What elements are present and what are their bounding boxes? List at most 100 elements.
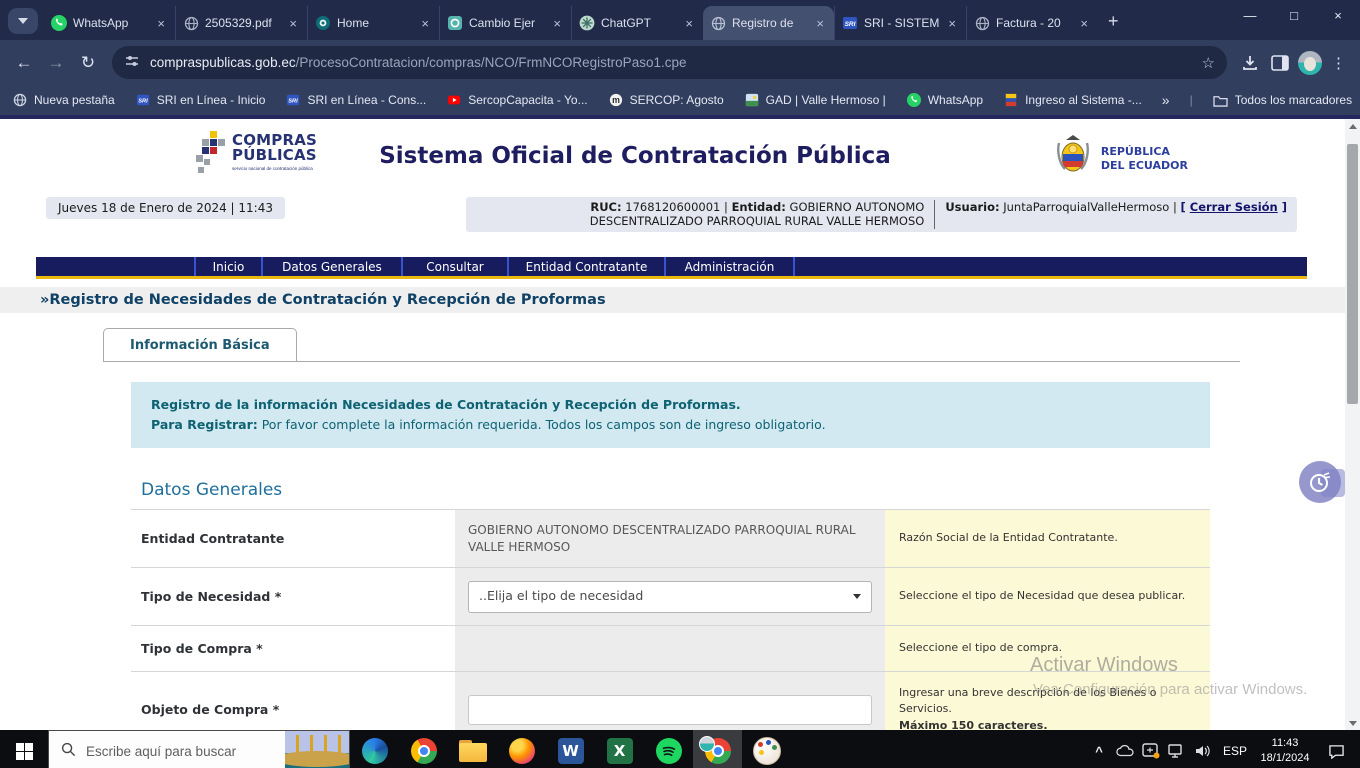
- form-row-entidad: Entidad Contratante GOBIERNO AUTONOMO DE…: [131, 510, 1210, 568]
- side-panel-icon[interactable]: [1265, 48, 1295, 78]
- search-icon: [61, 742, 76, 760]
- field-hint: Seleccione el tipo de Necesidad que dese…: [899, 588, 1196, 605]
- taskbar-spotify[interactable]: [644, 730, 693, 768]
- tab-close-icon[interactable]: ×: [1077, 16, 1091, 31]
- onedrive-icon[interactable]: [1112, 745, 1138, 757]
- volume-icon[interactable]: [1190, 744, 1216, 758]
- taskbar-paint[interactable]: [742, 730, 791, 768]
- tipo-compra-empty-cell: [455, 626, 885, 671]
- scrollbar-thumb[interactable]: [1347, 144, 1358, 404]
- update-status-icon[interactable]: [1138, 743, 1164, 759]
- tab-registro-active[interactable]: Registro de ×: [703, 6, 834, 40]
- floating-timer-widget[interactable]: [1299, 461, 1345, 505]
- forward-button[interactable]: →: [40, 47, 72, 79]
- menu-item-entidad-contratante[interactable]: Entidad Contratante: [507, 257, 664, 276]
- tab-close-icon[interactable]: ×: [286, 16, 300, 31]
- field-hint-bold: Máximo 150 caracteres.: [899, 718, 1196, 730]
- svg-text:m: m: [612, 95, 620, 105]
- taskbar-file-explorer[interactable]: [448, 730, 497, 768]
- menu-item-administracion[interactable]: Administración: [664, 257, 795, 276]
- tab-close-icon[interactable]: ×: [154, 16, 168, 31]
- bookmark-sri-inicio[interactable]: SRI SRI en Línea - Inicio: [135, 92, 266, 108]
- tune-icon[interactable]: [124, 53, 140, 72]
- all-bookmarks-button[interactable]: Todos los marcadores: [1213, 92, 1352, 108]
- field-hint: Seleccione el tipo de compra.: [899, 640, 1196, 657]
- screen: WhatsApp × 2505329.pdf × Home × Cambio E…: [0, 0, 1360, 768]
- tab-home[interactable]: Home ×: [307, 6, 439, 40]
- profile-avatar[interactable]: [1295, 48, 1325, 78]
- tab-sri[interactable]: SRI SRI - SISTEM ×: [834, 6, 966, 40]
- new-tab-button[interactable]: +: [1098, 11, 1129, 40]
- search-highlight-image[interactable]: [285, 731, 349, 768]
- main-menu: Inicio Datos Generales Consultar Entidad…: [36, 257, 1307, 279]
- field-label: Objeto de Compra *: [131, 672, 455, 730]
- menu-item-inicio[interactable]: Inicio: [194, 257, 261, 276]
- tab-cambio[interactable]: Cambio Ejer ×: [439, 6, 571, 40]
- tipo-necesidad-select[interactable]: ..Elija el tipo de necesidad: [468, 581, 872, 613]
- tab-chatgpt[interactable]: ChatGPT ×: [571, 6, 703, 40]
- taskbar-chrome-profile-active[interactable]: [693, 730, 742, 768]
- start-button[interactable]: [0, 730, 48, 768]
- datos-generales-form: Entidad Contratante GOBIERNO AUTONOMO DE…: [131, 509, 1210, 730]
- address-bar[interactable]: compraspublicas.gob.ec/ProcesoContrataci…: [112, 46, 1227, 79]
- notification-center-icon[interactable]: [1316, 744, 1356, 759]
- reload-button[interactable]: ↻: [72, 47, 104, 79]
- maximize-button[interactable]: □: [1272, 0, 1316, 30]
- close-button[interactable]: ×: [1316, 0, 1360, 30]
- entity-label: Entidad:: [732, 200, 786, 214]
- language-indicator[interactable]: ESP: [1216, 744, 1254, 758]
- bookmark-whatsapp[interactable]: WhatsApp: [906, 92, 983, 108]
- session-info-row: Jueves 18 de Enero de 2024 | 11:43 RUC: …: [0, 195, 1360, 245]
- bookmark-label: SRI en Línea - Inicio: [157, 93, 266, 107]
- tab-pdf[interactable]: 2505329.pdf ×: [175, 6, 307, 40]
- minimize-button[interactable]: —: [1228, 0, 1272, 30]
- menu-item-consultar[interactable]: Consultar: [401, 257, 507, 276]
- notice-box: Registro de la información Necesidades d…: [131, 382, 1210, 448]
- browser-menu-icon[interactable]: ⋮: [1325, 54, 1352, 72]
- tab-factura[interactable]: Factura - 20 ×: [966, 6, 1098, 40]
- tab-close-icon[interactable]: ×: [418, 16, 432, 31]
- clock[interactable]: 11:43 18/1/2024: [1254, 736, 1316, 766]
- datetime-box: Jueves 18 de Enero de 2024 | 11:43: [46, 197, 285, 219]
- tab-label: 2505329.pdf: [205, 16, 280, 30]
- tab-close-icon[interactable]: ×: [550, 16, 564, 31]
- tray-expand-chevron[interactable]: ^: [1086, 744, 1112, 759]
- form-row-tipo-necesidad: Tipo de Necesidad * ..Elija el tipo de n…: [131, 568, 1210, 626]
- scroll-down-icon[interactable]: [1345, 716, 1360, 730]
- taskbar-word[interactable]: W: [546, 730, 595, 768]
- bookmark-sri-consultas[interactable]: SRI SRI en Línea - Cons...: [285, 92, 426, 108]
- tab-informacion-basica[interactable]: Información Básica: [103, 328, 297, 361]
- notice-line1: Registro de la información Necesidades d…: [151, 397, 741, 412]
- taskbar-firefox[interactable]: [497, 730, 546, 768]
- tab-close-icon[interactable]: ×: [682, 16, 696, 31]
- field-label: Entidad Contratante: [131, 510, 455, 567]
- logout-link[interactable]: [ Cerrar Sesión ]: [1180, 200, 1287, 214]
- objeto-compra-input[interactable]: [468, 695, 872, 725]
- bookmark-label: SercopCapacita - Yo...: [468, 93, 587, 107]
- bookmark-star-icon[interactable]: ☆: [1202, 54, 1215, 72]
- back-button[interactable]: ←: [8, 47, 40, 79]
- taskbar-edge[interactable]: [350, 730, 399, 768]
- tab-whatsapp[interactable]: WhatsApp ×: [44, 6, 175, 40]
- ruc-label: RUC:: [590, 200, 621, 214]
- taskbar-search[interactable]: Escribe aquí para buscar: [48, 730, 350, 768]
- menu-item-datos-generales[interactable]: Datos Generales: [261, 257, 401, 276]
- tab-search-button[interactable]: [8, 8, 38, 34]
- bookmark-ingreso-sistema[interactable]: Ingreso al Sistema -...: [1003, 92, 1142, 108]
- taskbar-excel[interactable]: X: [595, 730, 644, 768]
- taskbar-chrome[interactable]: [399, 730, 448, 768]
- bookmark-sercop-agosto[interactable]: m SERCOP: Agosto: [608, 92, 724, 108]
- tab-close-icon[interactable]: ×: [813, 16, 827, 31]
- bookmark-nueva-pestana[interactable]: Nueva pestaña: [12, 92, 115, 108]
- download-icon[interactable]: [1235, 48, 1265, 78]
- tab-close-icon[interactable]: ×: [945, 16, 959, 31]
- tab-label: Registro de: [732, 16, 807, 30]
- republic-line1: REPÚBLICA: [1101, 145, 1170, 158]
- scroll-up-icon[interactable]: [1345, 119, 1360, 133]
- network-icon[interactable]: [1164, 744, 1190, 758]
- tab-label: Home: [337, 16, 412, 30]
- bookmark-gad-valle-hermoso[interactable]: GAD | Valle Hermoso |: [744, 92, 886, 108]
- bookmarks-overflow-icon[interactable]: »: [1162, 92, 1170, 108]
- bookmark-sercopcapacita[interactable]: SercopCapacita - Yo...: [446, 92, 587, 108]
- page-scrollbar[interactable]: [1345, 119, 1360, 730]
